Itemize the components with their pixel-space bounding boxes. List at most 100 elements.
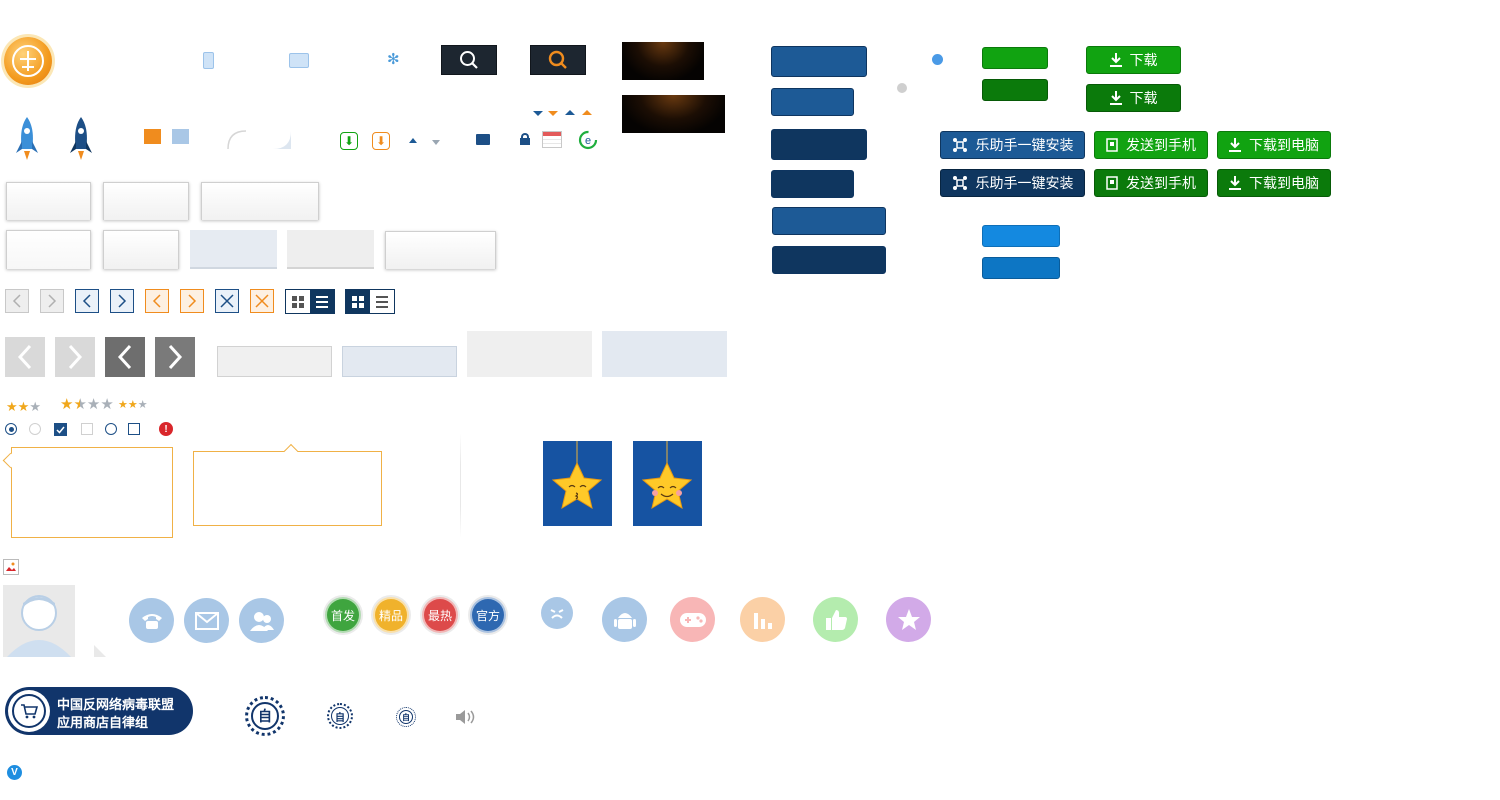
phone-qr-icon: [1106, 138, 1118, 152]
tab-box[interactable]: [103, 230, 179, 269]
prev-button-disabled[interactable]: [5, 289, 29, 313]
sort-down-icon[interactable]: [432, 140, 440, 145]
connect-icon: [952, 138, 967, 152]
radio-unchecked[interactable]: [29, 423, 41, 435]
download-label: 下载: [1129, 90, 1158, 106]
send-phone-label: 发送到手机: [1126, 175, 1196, 191]
download-button[interactable]: 下载: [1086, 46, 1181, 74]
grid-view-icon[interactable]: [286, 290, 310, 313]
tab-box-gray[interactable]: [287, 230, 374, 269]
big-next-button-disabled[interactable]: [55, 337, 95, 377]
calendar-icon: [542, 131, 562, 148]
install-button[interactable]: 乐助手一键安装: [940, 131, 1085, 159]
checkbox-unchecked-light[interactable]: [81, 423, 93, 435]
bar-chart-icon[interactable]: [740, 597, 785, 642]
users-icon[interactable]: [239, 598, 284, 643]
star-rating-medium: ★★★★: [60, 396, 114, 413]
rocket-light-icon: [16, 117, 38, 160]
radio-checked[interactable]: [5, 423, 17, 435]
navy-button-dark[interactable]: [771, 170, 854, 198]
download-circle-green-icon[interactable]: ⬇: [340, 132, 358, 150]
blue-panel: [602, 331, 727, 377]
divider-line: [460, 433, 461, 538]
error-icon: !: [159, 422, 173, 436]
download-icon: [1109, 91, 1122, 105]
self-discipline-seal-small[interactable]: 自: [396, 707, 416, 727]
tablet-icon[interactable]: [289, 53, 309, 68]
next-button-orange[interactable]: [180, 289, 204, 313]
android-icon[interactable]: [602, 597, 647, 642]
thumbs-up-icon[interactable]: [813, 597, 858, 642]
avatar: [3, 585, 75, 657]
star-mascot-smile: [633, 441, 702, 526]
green-button-dark[interactable]: [982, 79, 1048, 101]
next-button[interactable]: [110, 289, 134, 313]
list-view-icon[interactable]: [310, 290, 334, 313]
tooltip-top-arrow: [193, 451, 382, 526]
dark-glow-panel: [622, 42, 704, 80]
download-button-dark[interactable]: 下载: [1086, 84, 1181, 112]
gear-icon[interactable]: ✻: [387, 52, 400, 68]
phone-icon[interactable]: [129, 598, 174, 643]
blue-input-field[interactable]: [342, 346, 457, 377]
tab-box[interactable]: [385, 231, 496, 269]
view-toggle[interactable]: [345, 289, 395, 314]
download-to-pc-button[interactable]: 下载到电脑: [1217, 131, 1331, 159]
blue-square-swatch: [172, 129, 189, 144]
dark-glow-panel-wide: [622, 95, 725, 133]
big-prev-button-disabled[interactable]: [5, 337, 45, 377]
close-button[interactable]: [215, 289, 239, 313]
connect-icon: [952, 176, 967, 190]
sort-up-icon[interactable]: [409, 138, 417, 143]
grid-view-icon[interactable]: [346, 290, 370, 313]
checkbox-unchecked-navy[interactable]: [128, 423, 140, 435]
search-button[interactable]: [441, 45, 497, 75]
star-icon[interactable]: [886, 597, 931, 642]
download-pc-label: 下载到电脑: [1249, 175, 1319, 191]
list-view-icon[interactable]: [370, 290, 394, 313]
tab-box-active[interactable]: [190, 230, 277, 269]
send-to-phone-button[interactable]: 发送到手机: [1094, 131, 1208, 159]
alliance-badge[interactable]: 中国反网络病毒联盟 应用商店自律组: [5, 687, 193, 735]
speaker-icon[interactable]: [455, 709, 475, 725]
navy-button-dark-large[interactable]: [771, 129, 867, 160]
big-next-button[interactable]: [155, 337, 195, 377]
alliance-line1: 中国反网络病毒联盟: [57, 697, 175, 712]
big-prev-button[interactable]: [105, 337, 145, 377]
navy-button-wide-dark[interactable]: [772, 246, 886, 274]
corner-fill-icon: [273, 131, 291, 149]
gray-input-field[interactable]: [217, 346, 332, 377]
gamepad-icon[interactable]: [670, 597, 715, 642]
green-button[interactable]: [982, 47, 1048, 69]
send-to-phone-button-dark[interactable]: 发送到手机: [1094, 169, 1208, 197]
alliance-line2: 应用商店自律组: [57, 715, 149, 730]
tab-box[interactable]: [201, 182, 319, 220]
navy-button-large[interactable]: [771, 46, 867, 77]
download-circle-orange-icon[interactable]: ⬇: [372, 132, 390, 150]
blue-button[interactable]: [982, 225, 1060, 247]
prev-button-orange[interactable]: [145, 289, 169, 313]
view-toggle[interactable]: [285, 289, 335, 314]
tab-box[interactable]: [6, 182, 91, 220]
mobile-icon[interactable]: [203, 52, 214, 69]
checkbox-checked[interactable]: [54, 423, 67, 436]
mail-icon[interactable]: [184, 598, 229, 643]
install-button-dark[interactable]: 乐助手一键安装: [940, 169, 1085, 197]
download-to-pc-button-dark[interactable]: 下载到电脑: [1217, 169, 1331, 197]
tab-box[interactable]: [103, 182, 189, 220]
lock-icon: [520, 133, 530, 145]
refresh-e-icon: e: [578, 130, 598, 150]
navy-button-wide[interactable]: [772, 207, 886, 235]
self-discipline-seal-medium[interactable]: 自: [327, 703, 353, 729]
broken-image-icon: [3, 559, 19, 575]
close-button-orange[interactable]: [250, 289, 274, 313]
blue-button-dark[interactable]: [982, 257, 1060, 279]
next-button-disabled[interactable]: [40, 289, 64, 313]
navy-button[interactable]: [771, 88, 854, 116]
search-button-hover[interactable]: [530, 45, 586, 75]
verified-icon: V: [7, 765, 22, 780]
tab-box[interactable]: [6, 230, 91, 269]
self-discipline-seal-large[interactable]: 自: [245, 696, 285, 736]
prev-button[interactable]: [75, 289, 99, 313]
radio-unchecked-navy[interactable]: [105, 423, 117, 435]
